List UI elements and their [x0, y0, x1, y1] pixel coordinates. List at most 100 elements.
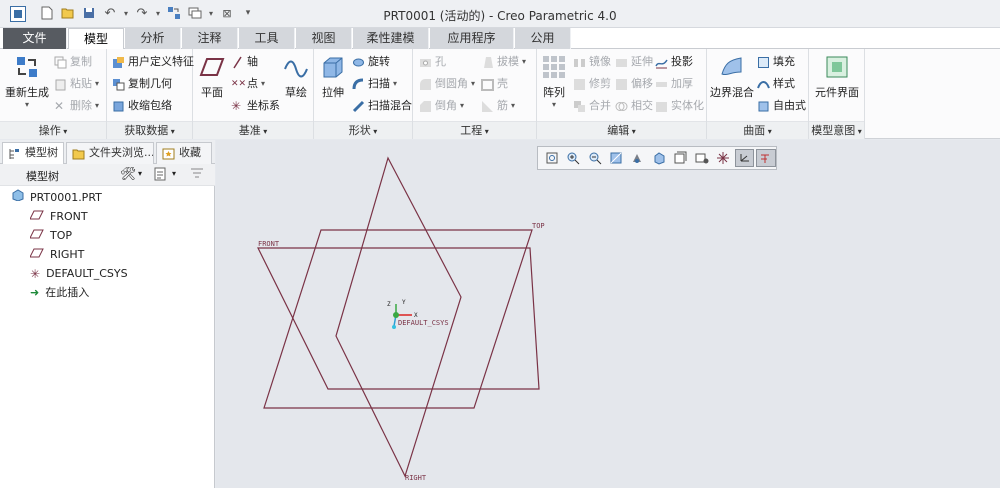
- point-button[interactable]: ✕✕ 点 ▾: [231, 76, 265, 92]
- hole-button[interactable]: 孔: [419, 54, 446, 70]
- tab-folder-browser[interactable]: 文件夹浏览...: [66, 142, 154, 164]
- top-plane-label: TOP: [532, 222, 545, 230]
- paste-button[interactable]: 粘贴 ▾: [54, 76, 99, 92]
- shell-button[interactable]: 壳: [481, 76, 508, 92]
- style-icon: [757, 78, 770, 91]
- csys-y-label: Y: [402, 299, 406, 306]
- intersect-button[interactable]: 相交: [615, 98, 653, 114]
- tree-item-default-csys[interactable]: ✳ DEFAULT_CSYS: [30, 265, 128, 283]
- tree-item-right[interactable]: RIGHT: [29, 246, 84, 264]
- group-editing-label[interactable]: 编辑: [537, 121, 706, 139]
- favorites-icon: [162, 147, 175, 160]
- trim-button[interactable]: 修剪: [573, 76, 611, 92]
- style-button[interactable]: 样式: [757, 76, 795, 92]
- sketch-button[interactable]: 草绘: [281, 54, 311, 100]
- tab-model[interactable]: 模型: [68, 28, 124, 50]
- delete-dropdown-icon[interactable]: ▾: [95, 98, 99, 114]
- group-shapes-label[interactable]: 形状: [314, 121, 412, 139]
- component-interface-button[interactable]: 元件界面: [811, 54, 863, 100]
- settings-dropdown-icon[interactable]: ▾: [138, 169, 142, 178]
- extend-button[interactable]: 延伸: [615, 54, 653, 70]
- mirror-icon: [573, 56, 586, 69]
- paste-icon: [54, 78, 67, 91]
- regenerate-dropdown-icon[interactable]: ▾: [4, 100, 50, 109]
- chamfer-button[interactable]: 倒角 ▾: [419, 98, 464, 114]
- tab-flexible-modeling[interactable]: 柔性建模: [353, 28, 429, 49]
- shrinkwrap-button[interactable]: 收缩包络: [112, 98, 172, 114]
- axis-button[interactable]: 轴: [231, 54, 258, 70]
- group-get-data-label[interactable]: 获取数据: [107, 121, 192, 139]
- solidify-button[interactable]: 实体化: [655, 98, 704, 114]
- tree-item-insert-here[interactable]: ➜ 在此插入: [30, 284, 89, 302]
- axis-icon: [231, 56, 244, 69]
- delete-icon: ✕: [54, 98, 65, 113]
- model-tree-title: 模型树: [26, 170, 59, 183]
- freestyle-button[interactable]: 自由式: [757, 98, 806, 114]
- fill-icon: [757, 56, 770, 69]
- revolve-button[interactable]: 旋转: [352, 54, 390, 70]
- group-operations: 重新生成 ▾ 复制 粘贴 ▾ ✕ 删除 ▾ 操作: [0, 49, 107, 139]
- fill-button[interactable]: 填充: [757, 54, 795, 70]
- udf-button[interactable]: 用户定义特征: [112, 54, 194, 70]
- boundary-blend-button[interactable]: 边界混合: [710, 54, 754, 100]
- mirror-button[interactable]: 镜像: [573, 54, 611, 70]
- tab-file[interactable]: 文件: [3, 28, 67, 49]
- component-interface-icon: [824, 54, 850, 80]
- offset-button[interactable]: 偏移: [615, 76, 653, 92]
- tab-common[interactable]: 公用: [515, 28, 571, 49]
- copy-geometry-button[interactable]: 复制几何: [112, 76, 172, 92]
- extrude-button[interactable]: 拉伸: [318, 54, 348, 100]
- tab-annotate[interactable]: 注释: [182, 28, 238, 49]
- merge-icon: [573, 100, 586, 113]
- group-surfaces-label[interactable]: 曲面: [707, 121, 808, 139]
- draft-dropdown-icon[interactable]: ▾: [522, 54, 526, 70]
- offset-icon: [615, 78, 628, 91]
- datum-plane-icon: [29, 227, 44, 245]
- sweep-dropdown-icon[interactable]: ▾: [393, 76, 397, 92]
- tab-tools[interactable]: 工具: [239, 28, 295, 49]
- point-icon: ✕✕: [231, 78, 247, 89]
- tree-item-part[interactable]: PRT0001.PRT: [12, 189, 102, 207]
- delete-button[interactable]: ✕ 删除 ▾: [54, 98, 99, 114]
- shell-icon: [481, 78, 494, 91]
- viewport-geometry: FRONT TOP RIGHT Z Y X DEFAULT_CSYS: [257, 156, 545, 482]
- swept-blend-button[interactable]: 扫描混合: [352, 98, 412, 114]
- tab-view[interactable]: 视图: [296, 28, 352, 49]
- group-engineering-label[interactable]: 工程: [413, 121, 536, 139]
- merge-button[interactable]: 合并: [573, 98, 611, 114]
- csys-button[interactable]: ✳ 坐标系: [231, 98, 280, 114]
- right-plane[interactable]: [335, 156, 462, 478]
- tab-model-tree[interactable]: 模型树: [2, 142, 64, 164]
- thicken-button[interactable]: 加厚: [655, 76, 693, 92]
- rib-button[interactable]: 筋 ▾: [481, 98, 515, 114]
- regenerate-button[interactable]: 重新生成 ▾: [4, 54, 50, 109]
- pattern-button[interactable]: 阵列 ▾: [539, 54, 569, 109]
- boundary-blend-icon: [719, 54, 745, 80]
- show-dropdown-icon[interactable]: ▾: [172, 169, 176, 178]
- copy-button[interactable]: 复制: [54, 54, 92, 70]
- pattern-dropdown-icon[interactable]: ▾: [539, 100, 569, 109]
- round-button[interactable]: 倒圆角 ▾: [419, 76, 475, 92]
- round-dropdown-icon[interactable]: ▾: [471, 76, 475, 92]
- tab-favorites[interactable]: 收藏夹: [156, 142, 212, 179]
- project-button[interactable]: 投影: [655, 54, 693, 70]
- point-dropdown-icon[interactable]: ▾: [261, 76, 265, 92]
- group-model-intent-label[interactable]: 模型意图: [809, 121, 864, 139]
- draft-button[interactable]: 拔模 ▾: [481, 54, 526, 70]
- settings-icon[interactable]: 🛠: [120, 167, 137, 182]
- tab-applications[interactable]: 应用程序: [430, 28, 514, 49]
- show-icon[interactable]: [154, 167, 166, 184]
- tree-item-front[interactable]: FRONT: [29, 208, 88, 226]
- rib-dropdown-icon[interactable]: ▾: [511, 98, 515, 114]
- filter-icon[interactable]: [190, 167, 204, 184]
- paste-dropdown-icon[interactable]: ▾: [95, 76, 99, 92]
- chamfer-dropdown-icon[interactable]: ▾: [460, 98, 464, 114]
- folder-icon: [72, 147, 85, 160]
- plane-button[interactable]: 平面: [197, 54, 227, 100]
- default-csys-marker[interactable]: Z Y X DEFAULT_CSYS: [387, 299, 449, 329]
- group-operations-label[interactable]: 操作: [0, 121, 106, 139]
- tab-analysis[interactable]: 分析: [125, 28, 181, 49]
- group-datum-label[interactable]: 基准: [193, 121, 313, 139]
- tree-item-top[interactable]: TOP: [29, 227, 72, 245]
- sweep-button[interactable]: 扫描 ▾: [352, 76, 397, 92]
